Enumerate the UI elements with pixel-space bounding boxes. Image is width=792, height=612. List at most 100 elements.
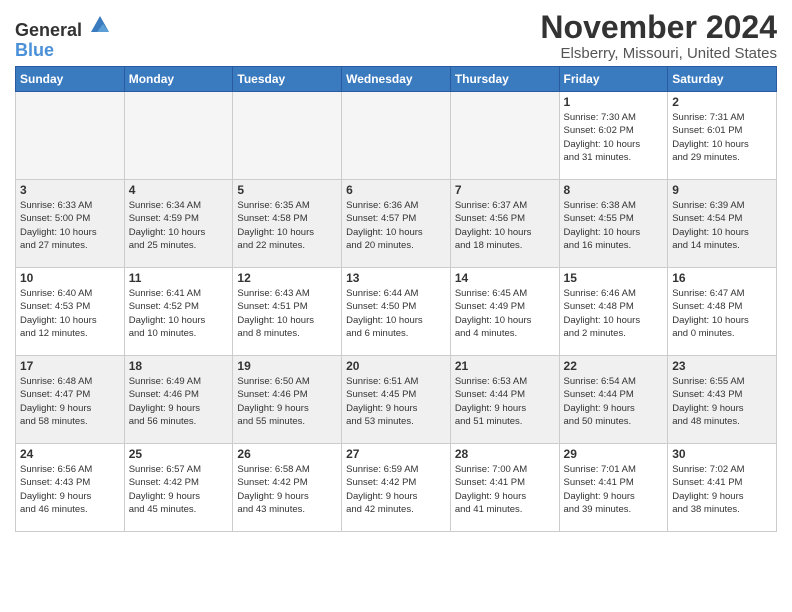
- day-number: 12: [237, 271, 337, 285]
- day-info: Sunrise: 6:41 AMSunset: 4:52 PMDaylight:…: [129, 287, 229, 340]
- calendar-cell: 20 Sunrise: 6:51 AMSunset: 4:45 PMDayligh…: [342, 356, 451, 444]
- day-number: 18: [129, 359, 229, 373]
- day-info: Sunrise: 7:30 AMSunset: 6:02 PMDaylight:…: [564, 111, 664, 164]
- day-info: Sunrise: 6:58 AMSunset: 4:42 PMDaylight:…: [237, 463, 337, 516]
- day-info: Sunrise: 7:00 AMSunset: 4:41 PMDaylight:…: [455, 463, 555, 516]
- day-number: 26: [237, 447, 337, 461]
- day-number: 25: [129, 447, 229, 461]
- day-number: 14: [455, 271, 555, 285]
- day-number: 8: [564, 183, 664, 197]
- calendar-cell: 23Sunrise: 6:55 AMSunset: 4:43 PMDayligh…: [668, 356, 777, 444]
- logo-blue: Blue: [15, 40, 54, 60]
- calendar-table: Sunday Monday Tuesday Wednesday Thursday…: [15, 66, 777, 532]
- day-info: Sunrise: 6:59 AMSunset: 4:42 PMDaylight:…: [346, 463, 446, 516]
- calendar-cell: 10 Sunrise: 6:40 AMSunset: 4:53 PMDayligh…: [16, 268, 125, 356]
- day-number: 7: [455, 183, 555, 197]
- calendar-cell: 22 Sunrise: 6:54 AMSunset: 4:44 PMDayligh…: [559, 356, 668, 444]
- calendar-cell: 30 Sunrise: 7:02 AMSunset: 4:41 PMDayligh…: [668, 444, 777, 532]
- calendar-cell: 19 Sunrise: 6:50 AMSunset: 4:46 PMDayligh…: [233, 356, 342, 444]
- calendar-cell: [16, 92, 125, 180]
- day-info: Sunrise: 6:48 AMSunset: 4:47 PMDaylight:…: [20, 375, 120, 428]
- col-wednesday: Wednesday: [342, 67, 451, 92]
- calendar-cell: 24 Sunrise: 6:56 AMSunset: 4:43 PMDayligh…: [16, 444, 125, 532]
- calendar-cell: 9 Sunrise: 6:39 AMSunset: 4:54 PMDaylight…: [668, 180, 777, 268]
- logo-text: General Blue: [15, 14, 111, 61]
- logo-icon: [89, 14, 111, 36]
- day-info: Sunrise: 6:40 AMSunset: 4:53 PMDaylight:…: [20, 287, 120, 340]
- calendar-week-5: 24 Sunrise: 6:56 AMSunset: 4:43 PMDayligh…: [16, 444, 777, 532]
- calendar-cell: 4Sunrise: 6:34 AMSunset: 4:59 PMDaylight…: [124, 180, 233, 268]
- day-info: Sunrise: 6:56 AMSunset: 4:43 PMDaylight:…: [20, 463, 120, 516]
- day-number: 1: [564, 95, 664, 109]
- calendar-week-4: 17 Sunrise: 6:48 AMSunset: 4:47 PMDayligh…: [16, 356, 777, 444]
- calendar-cell: 6Sunrise: 6:36 AMSunset: 4:57 PMDaylight…: [342, 180, 451, 268]
- logo: General Blue: [15, 14, 111, 61]
- day-number: 22: [564, 359, 664, 373]
- calendar-cell: 14 Sunrise: 6:45 AMSunset: 4:49 PMDayligh…: [450, 268, 559, 356]
- day-info: Sunrise: 6:39 AMSunset: 4:54 PMDaylight:…: [672, 199, 772, 252]
- col-sunday: Sunday: [16, 67, 125, 92]
- calendar-cell: 15 Sunrise: 6:46 AMSunset: 4:48 PMDayligh…: [559, 268, 668, 356]
- day-number: 13: [346, 271, 446, 285]
- calendar-cell: 18 Sunrise: 6:49 AMSunset: 4:46 PMDayligh…: [124, 356, 233, 444]
- calendar-cell: 2Sunrise: 7:31 AMSunset: 6:01 PMDaylight…: [668, 92, 777, 180]
- calendar-cell: 3 Sunrise: 6:33 AMSunset: 5:00 PMDaylight…: [16, 180, 125, 268]
- calendar-cell: 12 Sunrise: 6:43 AMSunset: 4:51 PMDayligh…: [233, 268, 342, 356]
- header: General Blue November 2024 Elsberry, Mis…: [15, 10, 777, 62]
- day-number: 21: [455, 359, 555, 373]
- day-number: 24: [20, 447, 120, 461]
- day-info: Sunrise: 6:33 AMSunset: 5:00 PMDaylight:…: [20, 199, 120, 252]
- day-number: 30: [672, 447, 772, 461]
- day-number: 15: [564, 271, 664, 285]
- logo-general: General: [15, 20, 82, 40]
- day-number: 9: [672, 183, 772, 197]
- day-info: Sunrise: 7:01 AMSunset: 4:41 PMDaylight:…: [564, 463, 664, 516]
- day-number: 2: [672, 95, 772, 109]
- day-info: Sunrise: 6:45 AMSunset: 4:49 PMDaylight:…: [455, 287, 555, 340]
- calendar-cell: 7 Sunrise: 6:37 AMSunset: 4:56 PMDaylight…: [450, 180, 559, 268]
- title-block: November 2024 Elsberry, Missouri, United…: [540, 10, 777, 62]
- day-info: Sunrise: 6:50 AMSunset: 4:46 PMDaylight:…: [237, 375, 337, 428]
- location-subtitle: Elsberry, Missouri, United States: [540, 45, 777, 62]
- day-info: Sunrise: 7:02 AMSunset: 4:41 PMDaylight:…: [672, 463, 772, 516]
- month-title: November 2024: [540, 10, 777, 45]
- day-info: Sunrise: 6:54 AMSunset: 4:44 PMDaylight:…: [564, 375, 664, 428]
- calendar-cell: 11 Sunrise: 6:41 AMSunset: 4:52 PMDayligh…: [124, 268, 233, 356]
- day-number: 3: [20, 183, 120, 197]
- calendar-week-1: 1 Sunrise: 7:30 AMSunset: 6:02 PMDaylight…: [16, 92, 777, 180]
- day-info: Sunrise: 6:35 AMSunset: 4:58 PMDaylight:…: [237, 199, 337, 252]
- day-info: Sunrise: 6:49 AMSunset: 4:46 PMDaylight:…: [129, 375, 229, 428]
- calendar-cell: 25Sunrise: 6:57 AMSunset: 4:42 PMDayligh…: [124, 444, 233, 532]
- day-info: Sunrise: 6:37 AMSunset: 4:56 PMDaylight:…: [455, 199, 555, 252]
- day-number: 10: [20, 271, 120, 285]
- day-number: 29: [564, 447, 664, 461]
- calendar-cell: 1 Sunrise: 7:30 AMSunset: 6:02 PMDaylight…: [559, 92, 668, 180]
- col-tuesday: Tuesday: [233, 67, 342, 92]
- day-number: 19: [237, 359, 337, 373]
- day-number: 17: [20, 359, 120, 373]
- calendar-week-2: 3 Sunrise: 6:33 AMSunset: 5:00 PMDaylight…: [16, 180, 777, 268]
- header-row: Sunday Monday Tuesday Wednesday Thursday…: [16, 67, 777, 92]
- day-info: Sunrise: 6:51 AMSunset: 4:45 PMDaylight:…: [346, 375, 446, 428]
- day-info: Sunrise: 6:46 AMSunset: 4:48 PMDaylight:…: [564, 287, 664, 340]
- day-number: 27: [346, 447, 446, 461]
- day-info: Sunrise: 6:44 AMSunset: 4:50 PMDaylight:…: [346, 287, 446, 340]
- day-number: 23: [672, 359, 772, 373]
- day-info: Sunrise: 6:47 AMSunset: 4:48 PMDaylight:…: [672, 287, 772, 340]
- calendar-cell: 8 Sunrise: 6:38 AMSunset: 4:55 PMDaylight…: [559, 180, 668, 268]
- calendar-cell: 17 Sunrise: 6:48 AMSunset: 4:47 PMDayligh…: [16, 356, 125, 444]
- day-number: 11: [129, 271, 229, 285]
- calendar-cell: [233, 92, 342, 180]
- day-info: Sunrise: 6:53 AMSunset: 4:44 PMDaylight:…: [455, 375, 555, 428]
- calendar-cell: [342, 92, 451, 180]
- day-number: 20: [346, 359, 446, 373]
- calendar-cell: 13 Sunrise: 6:44 AMSunset: 4:50 PMDayligh…: [342, 268, 451, 356]
- col-saturday: Saturday: [668, 67, 777, 92]
- calendar-cell: 21 Sunrise: 6:53 AMSunset: 4:44 PMDayligh…: [450, 356, 559, 444]
- calendar-cell: 27 Sunrise: 6:59 AMSunset: 4:42 PMDayligh…: [342, 444, 451, 532]
- day-number: 16: [672, 271, 772, 285]
- day-info: Sunrise: 6:38 AMSunset: 4:55 PMDaylight:…: [564, 199, 664, 252]
- day-info: Sunrise: 6:43 AMSunset: 4:51 PMDaylight:…: [237, 287, 337, 340]
- col-monday: Monday: [124, 67, 233, 92]
- day-number: 5: [237, 183, 337, 197]
